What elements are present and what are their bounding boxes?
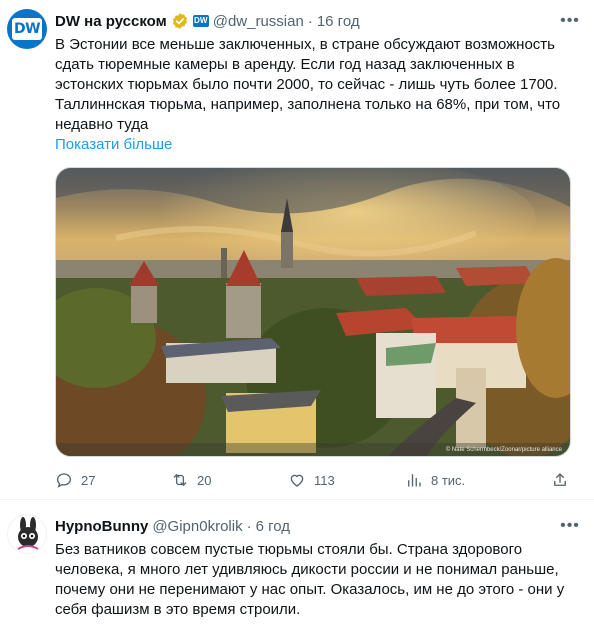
retweet-button[interactable]: 20 xyxy=(171,470,211,490)
retweet-icon xyxy=(173,474,187,486)
like-count: 113 xyxy=(314,472,335,488)
show-more-link[interactable]: Показати більше xyxy=(55,136,172,153)
tweet-header: DW на русском DW @dw_russian · 16 год xyxy=(55,11,360,31)
verified-gold-icon xyxy=(172,13,187,29)
reply-count: 27 xyxy=(81,472,96,488)
views-count: 8 тис. xyxy=(431,472,466,488)
dw-logo: DW xyxy=(12,18,42,40)
author-name[interactable]: DW на русском xyxy=(55,13,167,30)
bunny-avatar-icon xyxy=(17,517,39,550)
tweet-actions: 27 20 113 8 тис. xyxy=(55,470,575,490)
share-button[interactable] xyxy=(551,470,577,490)
author-handle[interactable]: @dw_russian xyxy=(213,13,304,30)
like-button[interactable]: 113 xyxy=(288,470,335,490)
tweet-dw[interactable]: DW DW на русском DW @dw_russian · 16 год… xyxy=(0,0,594,500)
tweet-header: HypnoBunny @Gipn0krolik · 6 год xyxy=(55,516,290,536)
more-horizontal-icon: ••• xyxy=(560,517,580,534)
tweet-text: Без ватников совсем пустые тюрьмы стояли… xyxy=(55,541,565,618)
separator-dot: · xyxy=(246,517,252,535)
views-button[interactable]: 8 тис. xyxy=(405,470,465,490)
author-handle[interactable]: @Gipn0krolik xyxy=(152,518,242,535)
retweet-count: 20 xyxy=(197,472,212,488)
more-options-button[interactable]: ••• xyxy=(560,11,580,31)
avatar[interactable]: DW xyxy=(7,9,47,49)
timestamp[interactable]: 16 год xyxy=(317,13,360,30)
avatar[interactable] xyxy=(7,514,47,554)
views-chart-icon xyxy=(408,474,421,487)
heart-icon xyxy=(290,474,304,487)
photo-credit: © Nate Schermbeck/Zoonar/picture allianc… xyxy=(445,447,562,453)
tweet-text: В Эстонии все меньше заключенных, в стра… xyxy=(55,36,561,133)
tweet-photo[interactable]: © Nate Schermbeck/Zoonar/picture allianc… xyxy=(55,167,571,457)
separator-dot: · xyxy=(307,12,313,30)
reply-icon xyxy=(56,473,72,488)
more-horizontal-icon: ••• xyxy=(560,12,580,29)
affiliate-badge: DW xyxy=(192,15,209,27)
tweet-reply[interactable]: HypnoBunny @Gipn0krolik · 6 год ••• Без … xyxy=(0,500,594,626)
share-icon xyxy=(554,473,566,486)
tallinn-photo-image xyxy=(56,168,570,456)
timestamp[interactable]: 6 год xyxy=(256,518,290,535)
more-options-button[interactable]: ••• xyxy=(560,516,580,536)
author-name[interactable]: HypnoBunny xyxy=(55,518,148,535)
reply-button[interactable]: 27 xyxy=(55,470,95,490)
